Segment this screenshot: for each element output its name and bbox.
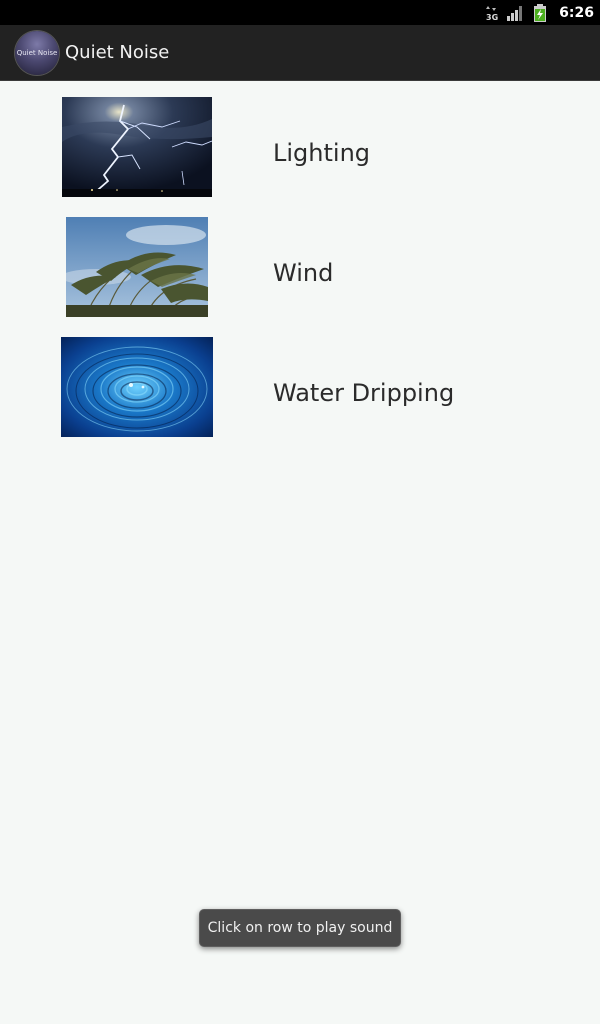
wind-grass-image bbox=[66, 217, 208, 317]
sound-row-label: Lighting bbox=[273, 139, 371, 167]
sound-row-label: Wind bbox=[273, 259, 334, 287]
sound-row-lighting[interactable]: Lighting bbox=[0, 82, 600, 202]
app-logo-icon[interactable]: Quiet Noise bbox=[15, 31, 59, 75]
sound-row-water-dripping[interactable]: Water Dripping bbox=[0, 322, 600, 442]
svg-text:3G: 3G bbox=[486, 13, 498, 21]
app-title: Quiet Noise bbox=[65, 42, 170, 63]
sound-row-label: Water Dripping bbox=[273, 379, 455, 407]
water-ripple-image bbox=[61, 337, 213, 437]
network-3g-icon: 3G bbox=[485, 5, 499, 21]
signal-icon bbox=[507, 5, 525, 21]
toast-message: Click on row to play sound bbox=[199, 909, 401, 947]
app-logo-text: Quiet Noise bbox=[16, 49, 58, 57]
lightning-image bbox=[62, 97, 212, 197]
status-bar: 3G 6:26 bbox=[0, 0, 600, 25]
battery-charging-icon bbox=[533, 3, 547, 22]
action-bar: Quiet Noise Quiet Noise bbox=[0, 25, 600, 81]
sound-row-wind[interactable]: Wind bbox=[0, 202, 600, 322]
status-icons: 3G 6:26 bbox=[485, 0, 594, 25]
status-clock: 6:26 bbox=[559, 4, 594, 21]
